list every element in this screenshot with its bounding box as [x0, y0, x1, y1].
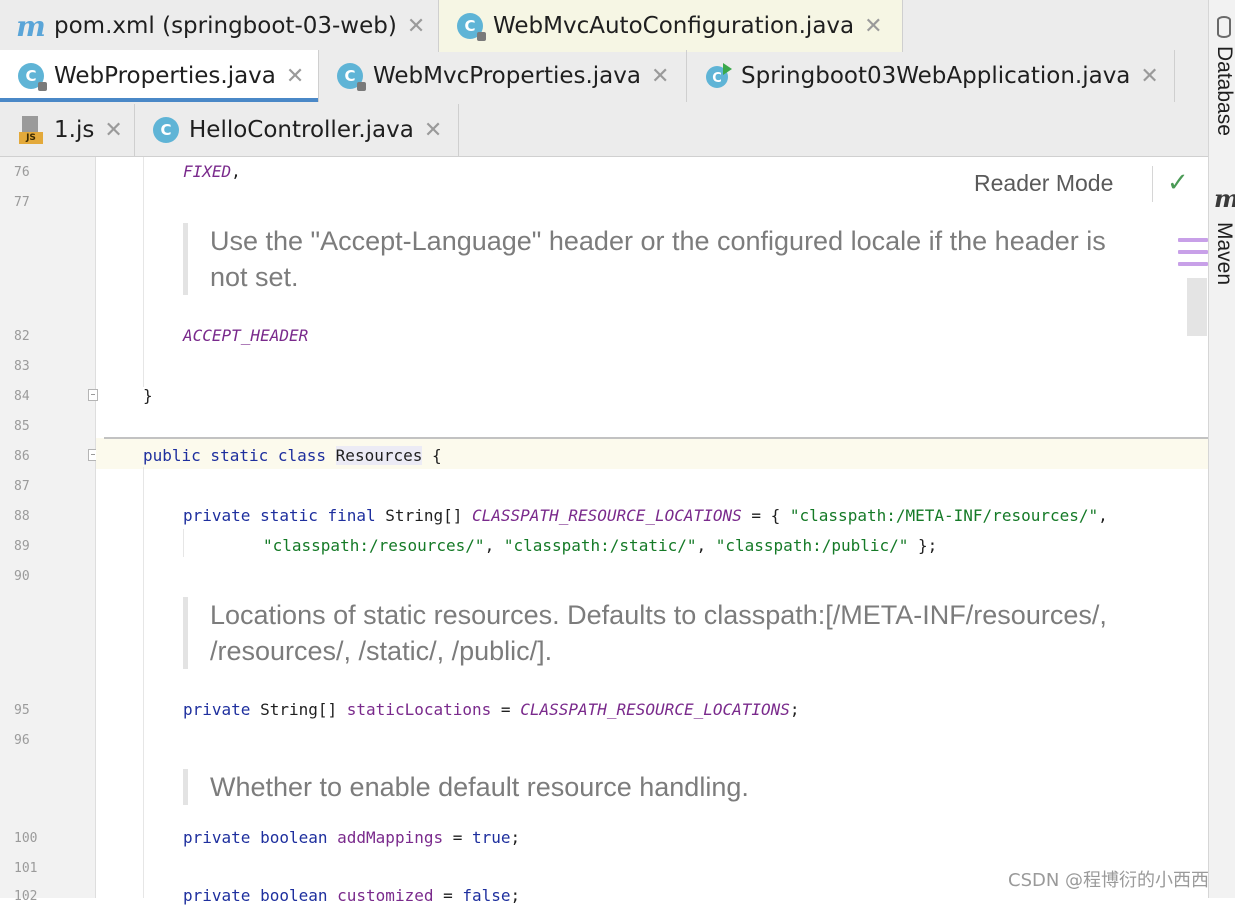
stripe-mark[interactable]	[1178, 262, 1208, 266]
stripe-mark[interactable]	[1178, 238, 1208, 242]
code-line-100: private boolean addMappings = true;	[183, 828, 521, 847]
code-line-86: public static class Resources {	[143, 446, 442, 465]
database-tool-button[interactable]: Database	[1212, 46, 1235, 136]
line-number: 100	[14, 831, 38, 846]
maven-icon: m	[16, 9, 46, 43]
svg-text:C: C	[712, 71, 722, 86]
line-number: 82	[14, 329, 30, 344]
class-icon: C	[335, 61, 366, 91]
line-number: 77	[14, 195, 30, 210]
close-icon[interactable]: ✕	[286, 64, 304, 89]
spring-app-icon: C	[703, 61, 733, 91]
scrollbar-thumb[interactable]	[1187, 278, 1207, 336]
code-line-95: private String[] staticLocations = CLASS…	[183, 700, 800, 719]
check-icon[interactable]: ✓	[1167, 168, 1189, 198]
class-icon: C	[16, 61, 47, 91]
class-icon: C	[455, 11, 486, 41]
line-number: 87	[14, 479, 30, 494]
error-stripe-marks[interactable]	[1178, 238, 1208, 274]
code-line-82: ACCEPT_HEADER	[183, 326, 309, 345]
tab-pom-xml[interactable]: m pom.xml (springboot-03-web) ✕	[0, 0, 439, 52]
tab-label: WebProperties.java	[54, 63, 276, 89]
line-number: 95	[14, 703, 30, 718]
rendered-doc-comment: Use the "Accept-Language" header or the …	[183, 223, 1150, 295]
indent-guide	[183, 529, 184, 557]
tab-label: Springboot03WebApplication.java	[741, 63, 1131, 89]
code-editor[interactable]: FIXED, Use the "Accept-Language" header …	[96, 157, 1208, 905]
class-name[interactable]: Resources	[335, 446, 423, 465]
line-number: 84	[14, 389, 30, 404]
close-icon[interactable]: ✕	[864, 14, 882, 39]
watermark: CSDN @程博衍的小西西	[1008, 870, 1210, 891]
maven-icon[interactable]: m	[1214, 184, 1235, 213]
tab-label: HelloController.java	[189, 117, 414, 143]
line-number: 76	[14, 165, 30, 180]
rendered-doc-comment: Whether to enable default resource handl…	[183, 769, 1150, 805]
tab-webproperties[interactable]: C WebProperties.java ✕	[0, 50, 319, 102]
line-number: 83	[14, 359, 30, 374]
tab-hellocontroller[interactable]: C HelloController.java ✕	[135, 104, 459, 156]
code-line-84: }	[143, 386, 153, 405]
indent-guide	[143, 157, 144, 387]
class-icon: C	[151, 115, 181, 145]
method-separator	[104, 437, 1208, 439]
stripe-mark[interactable]	[1178, 250, 1208, 254]
line-number: 96	[14, 733, 30, 748]
tab-label: 1.js	[54, 117, 95, 143]
close-icon[interactable]: ✕	[104, 118, 122, 143]
editor-tab-bar: m pom.xml (springboot-03-web) ✕ C WebMvc…	[0, 0, 1208, 157]
tab-label: pom.xml (springboot-03-web)	[54, 13, 397, 39]
close-icon[interactable]: ✕	[651, 64, 669, 89]
line-number: 85	[14, 419, 30, 434]
tab-webmvcautoconfiguration[interactable]: C WebMvcAutoConfiguration.java ✕	[439, 0, 903, 52]
code-line-88: private static final String[] CLASSPATH_…	[183, 506, 1108, 525]
reader-mode-button[interactable]: Reader Mode	[974, 170, 1113, 197]
tab-label: WebMvcAutoConfiguration.java	[493, 13, 855, 39]
tab-label: WebMvcProperties.java	[373, 63, 641, 89]
maven-tool-button[interactable]: Maven	[1212, 222, 1235, 285]
line-number: 88	[14, 509, 30, 524]
line-number: 90	[14, 569, 30, 584]
code-line-102: private boolean customized = false;	[183, 886, 521, 905]
tab-webmvcproperties[interactable]: C WebMvcProperties.java ✕	[319, 50, 687, 102]
line-number: 101	[14, 861, 38, 876]
line-number: 102	[14, 889, 38, 904]
line-number: 86	[14, 449, 30, 464]
line-number-gutter[interactable]: 76 77 82 83 84 85 86 87 88 89 90 95 96 1…	[0, 157, 98, 904]
code-line-89: "classpath:/resources/", "classpath:/sta…	[263, 536, 938, 555]
database-icon[interactable]	[1217, 16, 1231, 38]
js-file-icon: JS	[16, 115, 46, 145]
code-line-76: FIXED,	[183, 162, 241, 181]
close-icon[interactable]: ✕	[407, 14, 425, 39]
indent-guide	[143, 467, 144, 898]
close-icon[interactable]: ✕	[1140, 64, 1158, 89]
rendered-doc-comment: Locations of static resources. Defaults …	[183, 597, 1150, 669]
tab-1-js[interactable]: JS 1.js ✕	[0, 104, 135, 156]
line-number: 89	[14, 539, 30, 554]
tab-springboot03webapplication[interactable]: C Springboot03WebApplication.java ✕	[687, 50, 1175, 102]
close-icon[interactable]: ✕	[424, 118, 442, 143]
divider	[1152, 166, 1153, 202]
